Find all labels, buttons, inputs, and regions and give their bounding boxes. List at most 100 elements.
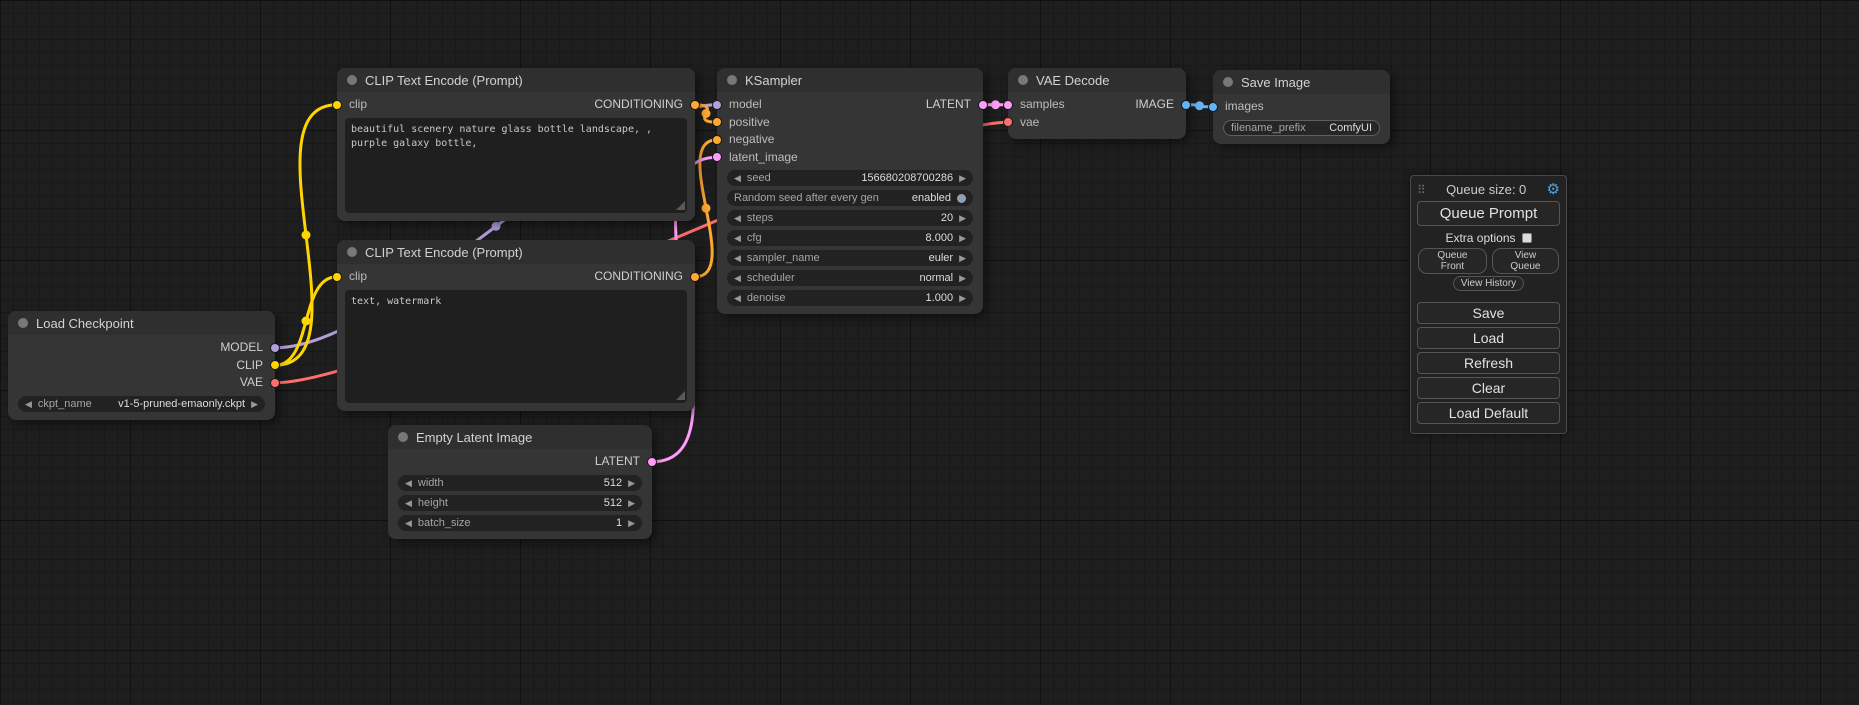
node-titlebar[interactable]: VAE Decode [1008,68,1186,92]
widget-ckpt-name[interactable]: ◀ ckpt_name v1-5-pruned-emaonly.ckpt ▶ [18,396,265,412]
view-queue-button[interactable]: View Queue [1492,248,1559,274]
node-clip-text-encode-positive[interactable]: CLIP Text Encode (Prompt) clip CONDITION… [337,68,695,221]
increment-arrow-icon[interactable]: ▶ [959,270,966,286]
queue-prompt-button[interactable]: Queue Prompt [1417,201,1560,226]
node-graph-canvas[interactable]: Load Checkpoint MODEL CLIP VAE ◀ ckpt_na… [0,0,1859,705]
view-history-button[interactable]: View History [1453,276,1524,291]
model-output-port[interactable] [270,343,280,353]
link-wire [275,105,337,366]
increment-arrow-icon[interactable]: ▶ [959,230,966,246]
node-load-checkpoint[interactable]: Load Checkpoint MODEL CLIP VAE ◀ ckpt_na… [8,311,275,420]
load-default-button[interactable]: Load Default [1417,402,1560,424]
output-slot-clip: CLIP [8,357,275,375]
increment-arrow-icon[interactable]: ▶ [251,396,258,412]
vae-output-port[interactable] [270,378,280,388]
decrement-arrow-icon[interactable]: ◀ [734,250,741,266]
collapse-dot-icon[interactable] [347,247,357,257]
vae-input-port[interactable] [1003,117,1013,127]
increment-arrow-icon[interactable]: ▶ [959,170,966,186]
decrement-arrow-icon[interactable]: ◀ [25,396,32,412]
clip-input-port[interactable] [332,100,342,110]
resize-grip-icon[interactable] [676,201,685,210]
latent-image-input-port[interactable] [712,152,722,162]
widget-denoise[interactable]: ◀ denoise 1.000 ▶ [727,290,973,306]
widget-cfg[interactable]: ◀ cfg 8.000 ▶ [727,230,973,246]
increment-arrow-icon[interactable]: ▶ [628,515,635,531]
clip-output-port[interactable] [270,360,280,370]
collapse-dot-icon[interactable] [727,75,737,85]
positive-prompt-textarea[interactable]: beautiful scenery nature glass bottle la… [345,118,687,213]
increment-arrow-icon[interactable]: ▶ [628,495,635,511]
node-title: KSampler [745,73,802,88]
node-titlebar[interactable]: CLIP Text Encode (Prompt) [337,68,695,92]
widget-random-seed-toggle[interactable]: Random seed after every gen enabled [727,190,973,206]
model-input-port[interactable] [712,100,722,110]
decrement-arrow-icon[interactable]: ◀ [734,270,741,286]
image-output-port[interactable] [1181,100,1191,110]
node-vae-decode[interactable]: VAE Decode samples IMAGE vae [1008,68,1186,139]
node-titlebar[interactable]: KSampler [717,68,983,92]
node-empty-latent-image[interactable]: Empty Latent Image LATENT ◀ width 512 ▶ … [388,425,652,539]
collapse-dot-icon[interactable] [1223,77,1233,87]
settings-gear-icon[interactable]: ⚙ [1547,182,1560,197]
decrement-arrow-icon[interactable]: ◀ [405,475,412,491]
node-titlebar[interactable]: Save Image [1213,70,1390,94]
decrement-arrow-icon[interactable]: ◀ [405,515,412,531]
node-title: Save Image [1241,75,1310,90]
toggle-knob-icon[interactable] [957,194,966,203]
node-titlebar[interactable]: Load Checkpoint [8,311,275,335]
widget-filename-prefix[interactable]: filename_prefix ComfyUI [1223,120,1380,136]
queue-actions-row: Queue Front View Queue [1417,247,1560,275]
collapse-dot-icon[interactable] [18,318,28,328]
drag-handle-icon[interactable]: ⠿ [1417,183,1426,197]
clear-button[interactable]: Clear [1417,377,1560,399]
extra-options-checkbox[interactable] [1522,233,1532,243]
decrement-arrow-icon[interactable]: ◀ [734,170,741,186]
extra-options-label: Extra options [1445,231,1515,245]
decrement-arrow-icon[interactable]: ◀ [734,230,741,246]
latent-output-port[interactable] [647,457,657,467]
clip-input-port[interactable] [332,272,342,282]
node-clip-text-encode-negative[interactable]: CLIP Text Encode (Prompt) clip CONDITION… [337,240,695,411]
latent-output-port[interactable] [978,100,988,110]
negative-input-port[interactable] [712,135,722,145]
increment-arrow-icon[interactable]: ▶ [959,290,966,306]
increment-arrow-icon[interactable]: ▶ [959,250,966,266]
samples-input-port[interactable] [1003,100,1013,110]
input-slot-latent-image: latent_image [717,149,983,167]
increment-arrow-icon[interactable]: ▶ [959,210,966,226]
conditioning-output-port[interactable] [690,272,700,282]
widget-seed[interactable]: ◀ seed 156680208700286 ▶ [727,170,973,186]
node-ksampler[interactable]: KSampler model LATENT positive negative … [717,68,983,314]
widget-steps[interactable]: ◀ steps 20 ▶ [727,210,973,226]
widget-width[interactable]: ◀ width 512 ▶ [398,475,642,491]
slot-row-clip-conditioning: clip CONDITIONING [337,268,695,286]
images-input-port[interactable] [1208,102,1218,112]
widget-sampler-name[interactable]: ◀ sampler_name euler ▶ [727,250,973,266]
decrement-arrow-icon[interactable]: ◀ [734,210,741,226]
widget-scheduler[interactable]: ◀ scheduler normal ▶ [727,270,973,286]
extra-options-row: Extra options [1417,231,1560,245]
widget-batch-size[interactable]: ◀ batch_size 1 ▶ [398,515,642,531]
widget-height[interactable]: ◀ height 512 ▶ [398,495,642,511]
slot-row-model-latent: model LATENT [717,96,983,114]
decrement-arrow-icon[interactable]: ◀ [734,290,741,306]
conditioning-output-port[interactable] [690,100,700,110]
load-button[interactable]: Load [1417,327,1560,349]
input-slot-positive: positive [717,114,983,132]
positive-input-port[interactable] [712,117,722,127]
increment-arrow-icon[interactable]: ▶ [628,475,635,491]
refresh-button[interactable]: Refresh [1417,352,1560,374]
node-save-image[interactable]: Save Image images filename_prefix ComfyU… [1213,70,1390,144]
node-titlebar[interactable]: CLIP Text Encode (Prompt) [337,240,695,264]
node-titlebar[interactable]: Empty Latent Image [388,425,652,449]
save-button[interactable]: Save [1417,302,1560,324]
negative-prompt-textarea[interactable]: text, watermark [345,290,687,403]
queue-front-button[interactable]: Queue Front [1418,248,1487,274]
resize-grip-icon[interactable] [676,391,685,400]
workflow-buttons-group: Save Load Refresh Clear Load Default [1417,302,1560,424]
collapse-dot-icon[interactable] [398,432,408,442]
collapse-dot-icon[interactable] [1018,75,1028,85]
decrement-arrow-icon[interactable]: ◀ [405,495,412,511]
collapse-dot-icon[interactable] [347,75,357,85]
